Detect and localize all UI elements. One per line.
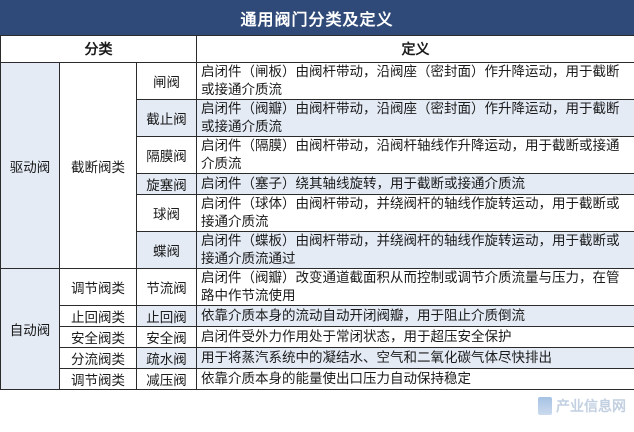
valve-name: 闸阀 <box>135 62 198 100</box>
valve-name: 隔膜阀 <box>135 136 198 174</box>
table-title: 通用阀门分类及定义 <box>0 0 634 35</box>
valve-name: 旋塞阀 <box>135 173 198 195</box>
valve-definition: 启闭件（球体）由阀杆带动，并绕阀杆的轴线作旋转运动，用于截断或接通介质流 <box>196 194 634 232</box>
valve-definition: 启闭件（阀瓣）改变通道截面积从而控制或调节介质流量与压力，在管路中作节流使用 <box>196 268 634 306</box>
table-row: 驱动阀 截断阀类 闸阀 启闭件（闸板）由阀杆带动，沿阀座（密封面）作升降运动，用… <box>0 62 634 269</box>
valve-name: 减压阀 <box>135 368 198 390</box>
valve-name: 节流阀 <box>135 268 198 306</box>
valve-definition: 启闭件（阀瓣）由阀杆带动，沿阀座（密封面）作升降运动，用于截断或接通介质流 <box>196 99 634 137</box>
watermark-text: 产业信息网 <box>556 399 626 415</box>
header-category: 分类 <box>0 35 198 63</box>
valve-definition: 依靠介质本身的能量使出口压力自动保持稳定 <box>196 368 634 390</box>
table-row: 分流阀类 疏水阀 用于将蒸汽系统中的凝结水、空气和二氧化碳气体尽快排出 <box>1 347 634 369</box>
valve-definition: 依靠介质本身的流动自动开闭阀瓣，用于阻止介质倒流 <box>196 305 634 327</box>
subgroup-regulate-2: 调节阀类 <box>59 368 137 390</box>
table-row: 自动阀 调节阀类 节流阀 启闭件（阀瓣）改变通道截面积从而控制或调节介质流量与压… <box>0 268 634 390</box>
valve-definition: 启闭件（塞子）绕其轴线旋转，用于截断或接通介质流 <box>196 173 634 195</box>
valve-definition: 用于将蒸汽系统中的凝结水、空气和二氧化碳气体尽快排出 <box>196 347 634 369</box>
valve-name: 安全阀 <box>135 326 198 348</box>
valve-definition: 启闭件（闸板）由阀杆带动，沿阀座（密封面）作升降运动，用于截断或接通介质流 <box>196 62 634 100</box>
valve-definition: 启闭件受外力作用处于常闭状态，用于超压安全保护 <box>196 326 634 348</box>
header-row: 分类 定义 <box>0 35 634 63</box>
subgroup-regulate: 调节阀类 <box>59 268 137 306</box>
group-auto: 自动阀 <box>0 268 60 390</box>
table-row: 调节阀类 减压阀 依靠介质本身的能量使出口压力自动保持稳定 <box>1 368 634 390</box>
subgroup-divert: 分流阀类 <box>59 347 137 369</box>
valve-classification-page: 通用阀门分类及定义 分类 定义 驱动阀 截断阀类 闸阀 启闭件（闸板）由阀杆带动… <box>0 0 634 432</box>
valve-name: 止回阀 <box>135 305 198 327</box>
valve-name: 疏水阀 <box>135 347 198 369</box>
subgroup-safety: 安全阀类 <box>59 326 137 348</box>
valve-name: 截止阀 <box>135 99 198 137</box>
valve-name: 蝶阀 <box>135 231 198 269</box>
subgroup-check: 止回阀类 <box>59 305 137 327</box>
group-drive: 驱动阀 <box>0 62 60 269</box>
valve-classification-table: 分类 定义 驱动阀 截断阀类 闸阀 启闭件（闸板）由阀杆带动，沿阀座（密封面）作… <box>0 35 634 390</box>
header-definition: 定义 <box>196 35 634 63</box>
valve-definition: 启闭件（蝶板）由阀杆带动，并绕阀杆的轴线作旋转运动，用于截断或接通介质流通过 <box>196 231 634 269</box>
watermark-logo-icon <box>538 397 552 415</box>
watermark: 产业信息网 <box>538 396 626 416</box>
table-row: 止回阀类 止回阀 依靠介质本身的流动自动开闭阀瓣，用于阻止介质倒流 <box>1 305 634 327</box>
valve-name: 球阀 <box>135 194 198 232</box>
valve-definition: 启闭件（隔膜）由阀杆带动，沿阀杆轴线作升降运动，用于截断或接通介质流 <box>196 136 634 174</box>
table-row: 安全阀类 安全阀 启闭件受外力作用处于常闭状态，用于超压安全保护 <box>1 326 634 348</box>
subgroup-cutoff: 截断阀类 <box>59 62 137 269</box>
